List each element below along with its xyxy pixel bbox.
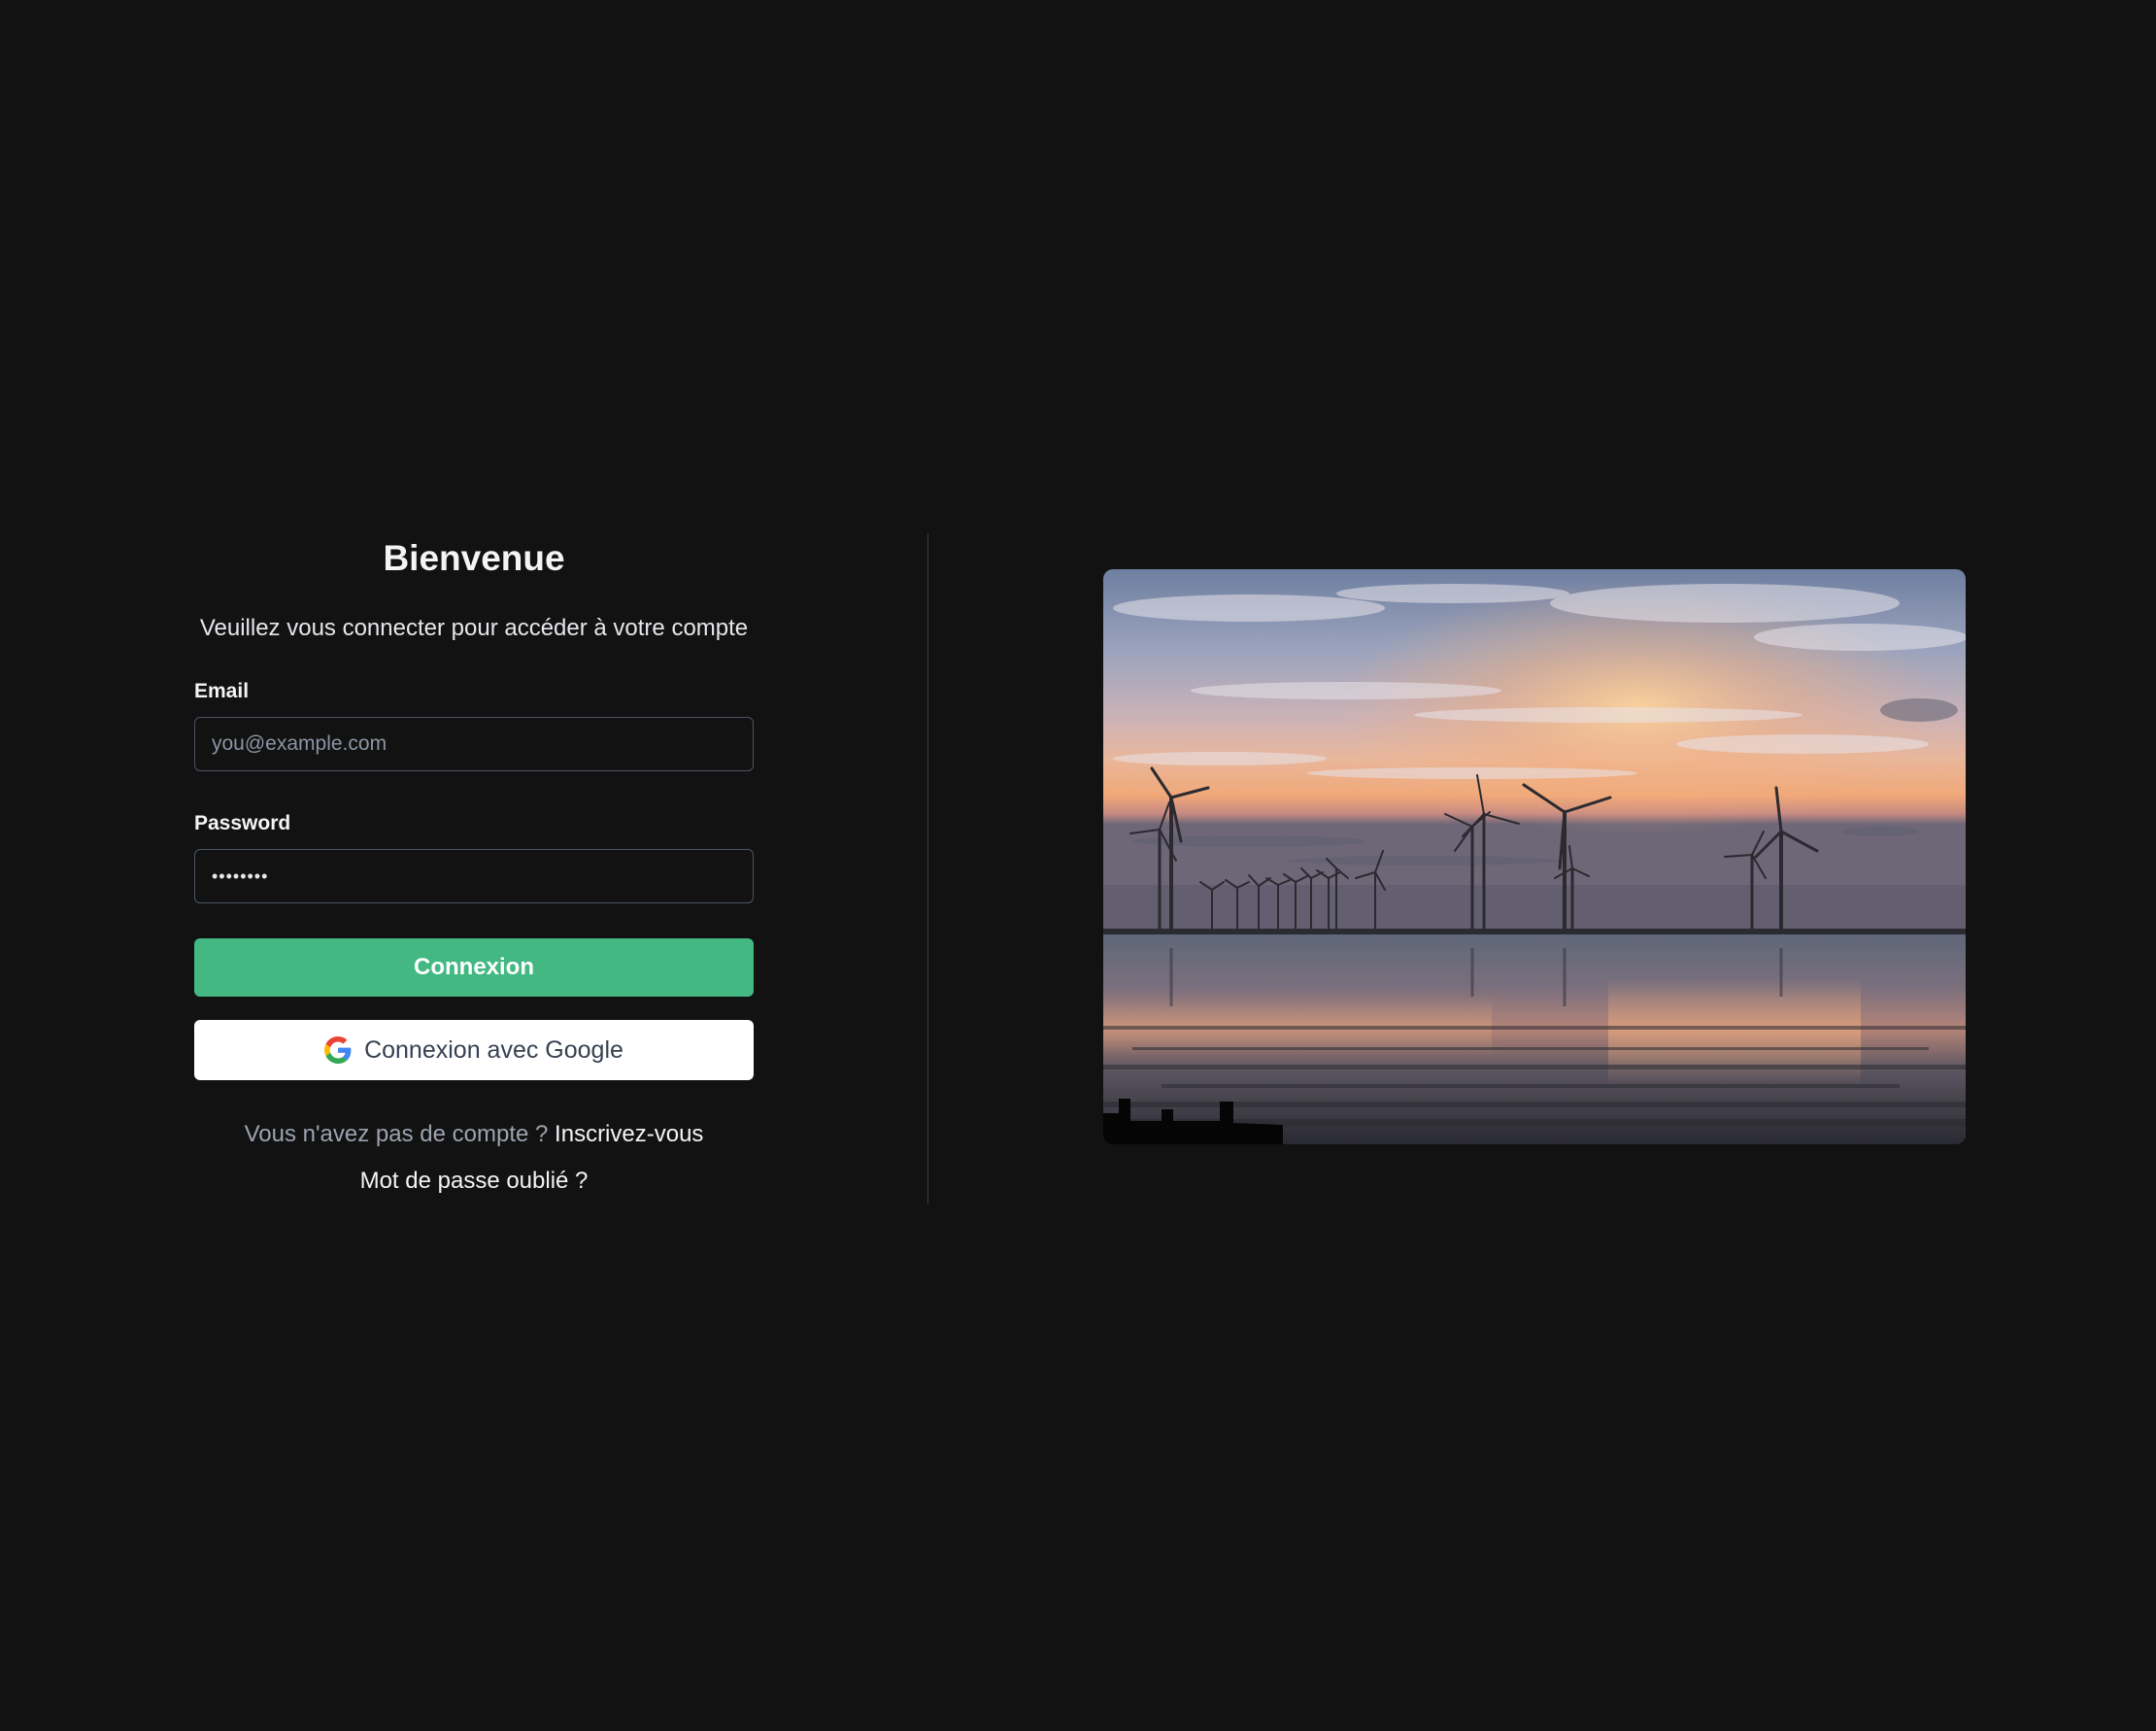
login-button[interactable]: Connexion	[194, 938, 754, 997]
login-button-label: Connexion	[414, 954, 534, 980]
google-login-button[interactable]: Connexion avec Google	[194, 1020, 754, 1080]
forgot-line: Mot de passe oublié ?	[194, 1166, 754, 1197]
signup-link[interactable]: Inscrivez-vous	[555, 1121, 703, 1147]
vertical-divider	[927, 533, 928, 1204]
password-field[interactable]	[194, 849, 754, 903]
login-page: Bienvenue Veuillez vous connecter pour a…	[0, 0, 2156, 1731]
signup-prompt: Vous n'avez pas de compte ?	[244, 1121, 549, 1147]
google-icon	[324, 1036, 352, 1064]
forgot-password-link[interactable]: Mot de passe oublié ?	[360, 1168, 589, 1194]
email-field[interactable]	[194, 717, 754, 771]
page-subtitle: Veuillez vous connecter pour accéder à v…	[199, 615, 749, 641]
email-label: Email	[194, 680, 250, 702]
google-login-label: Connexion avec Google	[364, 1035, 623, 1064]
hero-image	[1103, 569, 1966, 1144]
password-label: Password	[194, 812, 291, 834]
signup-line: Vous n'avez pas de compte ? Inscrivez-vo…	[194, 1119, 754, 1150]
page-title: Bienvenue	[383, 538, 565, 578]
login-form: Bienvenue Veuillez vous connecter pour a…	[194, 534, 754, 1197]
